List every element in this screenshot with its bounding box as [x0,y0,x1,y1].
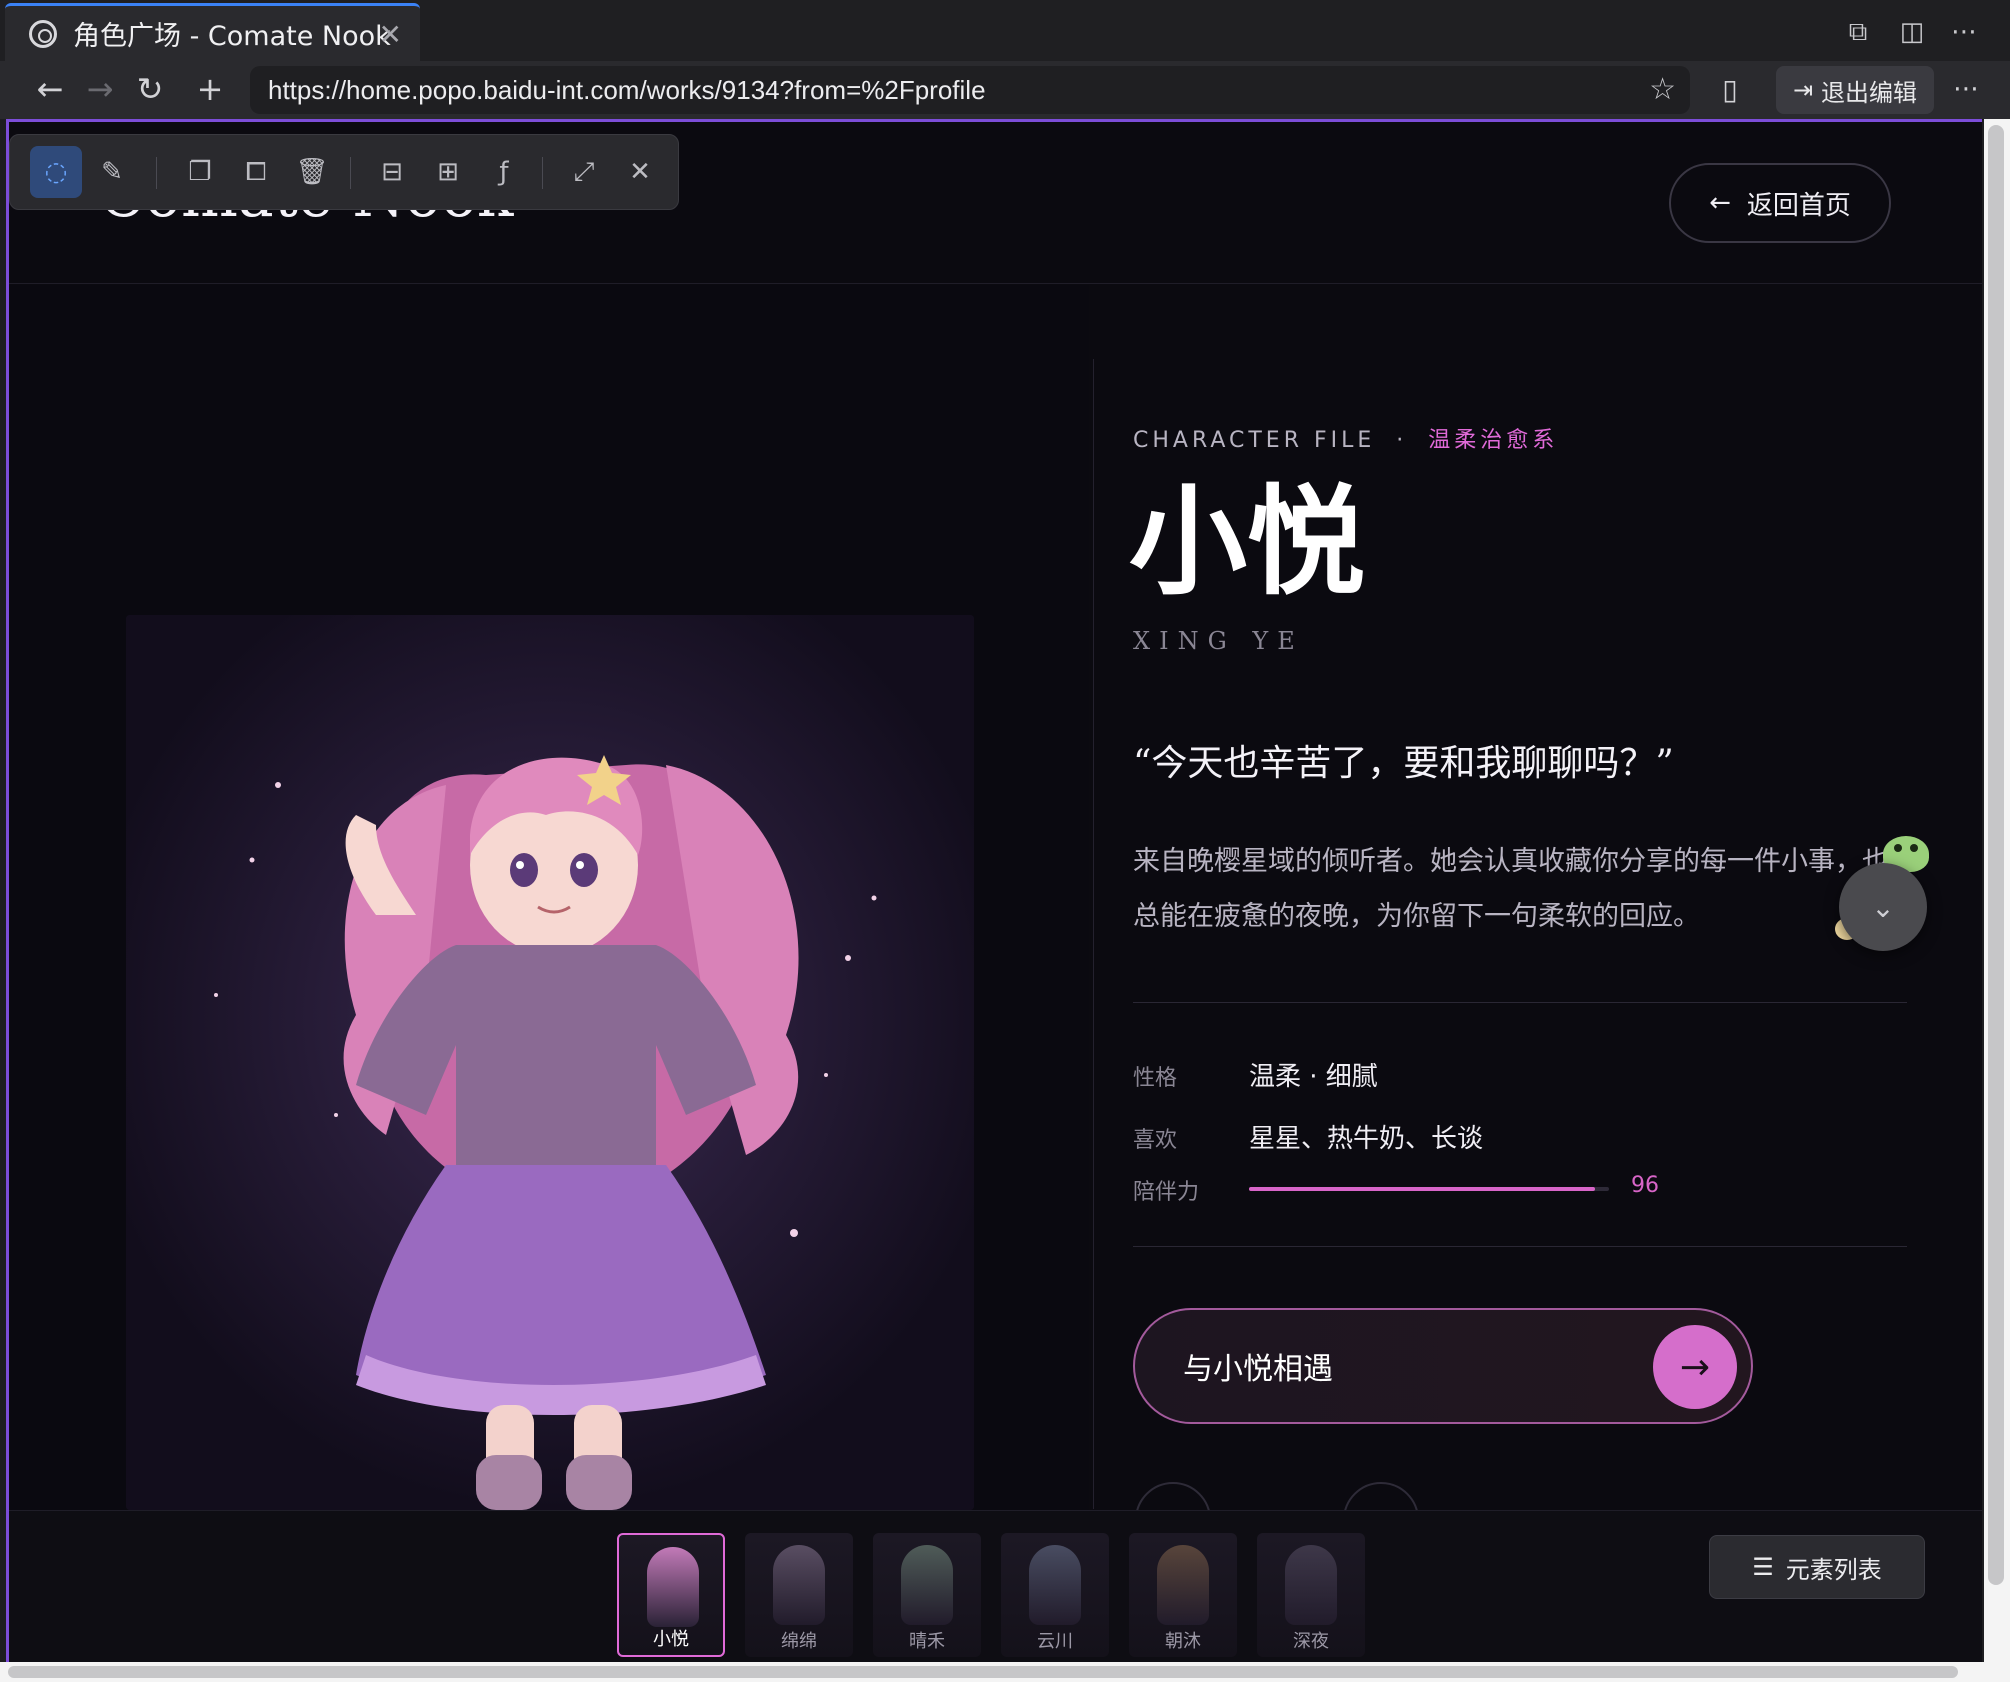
forward-icon[interactable]: → [78,67,122,111]
gallery-thumbnail[interactable]: 深夜 [1257,1533,1365,1657]
thumbnail-name: 晴禾 [909,1631,945,1652]
edit-tool-icon[interactable]: ✎ [86,146,138,198]
tab-close-icon[interactable]: ✕ [379,18,402,51]
split-view-icon[interactable]: ◫ [1892,12,1932,52]
elements-list-button[interactable]: ☰ 元素列表 [1709,1535,1925,1599]
scrollbar-thumb[interactable] [8,1666,1958,1678]
url-field[interactable]: https://home.popo.baidu-int.com/works/91… [250,66,1690,114]
thumbnail-name: 小悦 [653,1629,689,1650]
thumbnail-figure [1285,1545,1337,1625]
bookmark-star-icon[interactable]: ☆ [1649,72,1676,107]
gallery-thumbnail[interactable]: 小悦 [617,1533,725,1657]
gallery-thumbnail[interactable]: 晴禾 [873,1533,981,1657]
tab-bar: 角色广场 - Comate Nook ✕ ⧉ ◫ ⋯ [0,0,2010,61]
new-window-icon[interactable]: ⧉ [1838,12,1878,52]
horizontal-scrollbar[interactable] [0,1662,2010,1682]
attr-label-companionship: 陪伴力 [1133,1180,1200,1205]
gallery-thumbnail[interactable]: 绵绵 [745,1533,853,1657]
toolbar-divider [156,157,157,189]
expand-tool-icon[interactable]: ⤢ [558,146,610,198]
companionship-bar [1249,1187,1609,1191]
thumbnail-name: 云川 [1037,1631,1073,1652]
hero-panel [9,285,1089,1510]
character-description: 来自晚樱星域的倾听者。她会认真收藏你分享的每一件小事，也总能在疲惫的夜晚，为你留… [1133,846,1889,932]
device-icon[interactable]: ▯ [1708,67,1752,111]
attr-value-likes: 星星、热牛奶、长谈 [1249,1124,1484,1154]
insert-tool-icon[interactable]: ⊞ [422,146,474,198]
thumbnail-figure [1157,1545,1209,1625]
duplicate-tool-icon[interactable]: ⧠ [230,146,282,198]
address-toolbar: ← → ↻ + https://home.popo.baidu-int.com/… [0,61,2010,119]
delete-tool-icon[interactable]: 🗑 [286,146,338,198]
exit-icon: ⇥ [1792,76,1814,104]
attr-label-personality: 性格 [1133,1066,1178,1091]
chrome-icon [29,19,57,48]
extensions-more-icon[interactable]: ⋯ [1944,67,1988,111]
character-portrait [126,615,974,1510]
character-quote: “今天也辛苦了，要和我聊聊吗？” [1133,743,1674,784]
character-tag: 温柔治愈系 [1428,428,1559,453]
character-eyebrow: CHARACTER FILE · 温柔治愈系 [1133,422,1558,454]
reload-icon[interactable]: ↻ [128,67,172,111]
gallery-thumbnails: 小悦 绵绵 晴禾 云川 朝沐 深夜 [617,1533,1365,1657]
thumbnail-figure [901,1545,953,1625]
companionship-bar-fill [1249,1187,1595,1191]
more-icon[interactable]: ⋯ [1944,12,1984,52]
exit-edit-label: 退出编辑 [1821,78,1918,107]
panel-divider [1093,359,1094,1509]
vertical-scrollbar[interactable] [1984,119,2010,1662]
eyebrow-separator: · [1396,428,1408,453]
back-home-label: 返回首页 [1746,190,1851,221]
exit-edit-button[interactable]: ⇥ 退出编辑 [1776,66,1934,114]
character-gallery: 小悦 绵绵 晴禾 云川 朝沐 深夜 ☰ 元素列表 [9,1510,1982,1662]
scroll-down-button[interactable]: ⌄ [1839,863,1927,951]
thumbnail-name: 朝沐 [1165,1631,1201,1652]
chevron-down-icon: ⌄ [1871,890,1895,924]
gallery-thumbnail[interactable]: 云川 [1001,1533,1109,1657]
copy-tool-icon[interactable]: ❐ [174,146,226,198]
character-file-label: CHARACTER FILE [1133,428,1376,453]
companionship-value: 96 [1631,1173,1659,1198]
elements-list-label: 元素列表 [1785,1555,1882,1584]
back-home-button[interactable]: ← 返回首页 [1669,163,1891,243]
section-divider [1133,1246,1907,1247]
scrollbar-thumb[interactable] [1988,125,2004,1585]
back-icon[interactable]: ← [28,67,72,111]
toolbar-divider [350,157,351,189]
select-tool-icon[interactable]: ◌ [30,146,82,198]
toolbar-divider [542,157,543,189]
character-illustration [126,615,974,1510]
layers-tool-icon[interactable]: ⊟ [366,146,418,198]
meet-character-button[interactable]: 与小悦相遇 → [1133,1308,1753,1424]
arrow-left-icon: ← [1709,188,1731,218]
character-romaji: XING YE [1133,627,1304,655]
browser-tab[interactable]: 角色广场 - Comate Nook ✕ [5,3,420,61]
edit-toolbar: ◌ ✎ ❐ ⧠ 🗑 ⊟ ⊞ ƒ ⤢ ✕ [9,134,679,210]
section-divider [1133,1002,1907,1003]
list-icon: ☰ [1752,1553,1774,1581]
thumbnail-name: 深夜 [1293,1631,1329,1652]
figma-tool-icon[interactable]: ƒ [478,146,530,198]
thumbnail-figure [1029,1545,1081,1625]
thumbnail-name: 绵绵 [781,1631,817,1652]
page-viewport: Comate Nook ← 返回首页 ◌ ✎ ❐ ⧠ 🗑 ⊟ ⊞ ƒ ⤢ ✕ [6,119,1982,1662]
arrow-right-icon: → [1653,1325,1737,1409]
thumbnail-figure [647,1547,699,1627]
tab-title: 角色广场 - Comate Nook [73,21,391,52]
close-tool-icon[interactable]: ✕ [614,146,666,198]
attr-label-likes: 喜欢 [1133,1128,1178,1153]
url-text: https://home.popo.baidu-int.com/works/91… [268,74,986,105]
thumbnail-figure [773,1545,825,1625]
meet-button-label: 与小悦相遇 [1183,1352,1333,1387]
gallery-thumbnail[interactable]: 朝沐 [1129,1533,1237,1657]
attr-value-personality: 温柔 · 细腻 [1249,1062,1378,1092]
character-name: 小悦 [1129,472,1366,611]
new-tab-icon[interactable]: + [188,67,232,111]
